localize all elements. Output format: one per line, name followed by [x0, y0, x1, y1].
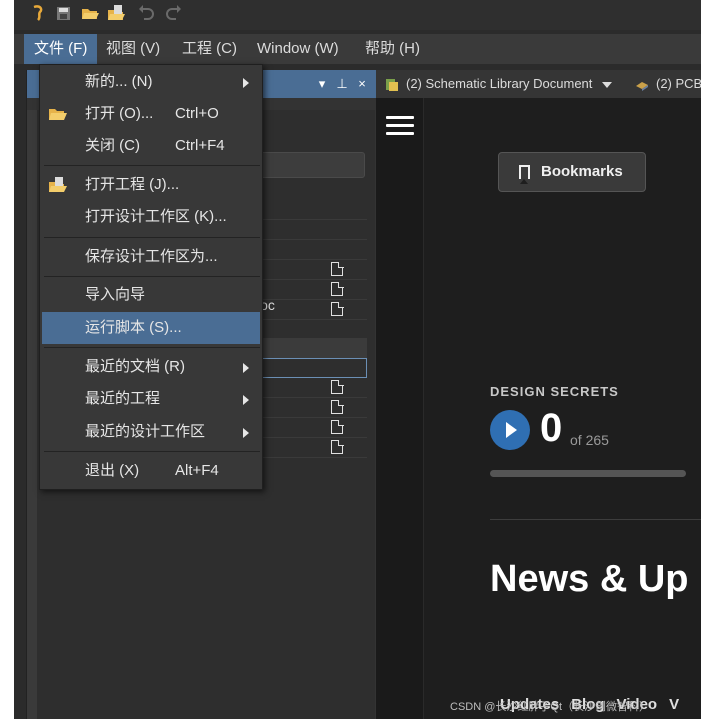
- menu-item-label: 最近的设计工作区: [85, 423, 206, 440]
- menu-separator: [44, 347, 260, 348]
- submenu-arrow-icon: [243, 78, 249, 88]
- document-icon: [331, 379, 344, 394]
- menu-item-run-script[interactable]: 运行脚本 (S)...: [42, 312, 260, 344]
- menu-item-label: 最近的文档 (R): [85, 358, 185, 375]
- menu-item-recent-projects[interactable]: 最近的工程: [42, 383, 260, 415]
- menu-item-open-workspace[interactable]: 打开设计工作区 (K)...: [42, 201, 260, 233]
- design-secrets-counter: 0: [540, 406, 563, 450]
- undo-icon[interactable]: [136, 3, 156, 23]
- tree-row-selected[interactable]: [247, 358, 367, 378]
- save-all-icon[interactable]: [54, 3, 74, 23]
- home-sidebar: [376, 98, 424, 719]
- panel-pin-button[interactable]: ⊥: [333, 74, 351, 94]
- menu-item-close[interactable]: 关闭 (C) Ctrl+F4: [42, 130, 260, 162]
- app-logo-icon[interactable]: [28, 3, 48, 23]
- design-secrets-progress: [490, 470, 686, 477]
- menu-file[interactable]: 文件 (F): [24, 34, 98, 64]
- menu-separator: [44, 451, 260, 452]
- tree-row[interactable]: [247, 260, 367, 280]
- bookmarks-label: Bookmarks: [541, 163, 623, 180]
- panel-search-input[interactable]: [247, 152, 365, 178]
- document-icon: [331, 301, 344, 316]
- menu-window[interactable]: Window (W): [247, 34, 349, 64]
- document-icon: [331, 419, 344, 434]
- open-folder-icon: [49, 109, 67, 120]
- tree-row[interactable]: [247, 438, 367, 458]
- menu-item-label: 退出 (X): [85, 462, 140, 479]
- menu-separator: [44, 276, 260, 277]
- menu-item-recent-documents[interactable]: 最近的文档 (R): [42, 351, 260, 383]
- menu-item-label: 运行脚本 (S)...: [85, 319, 182, 336]
- open-folder-icon[interactable]: [80, 3, 100, 23]
- menu-item-label: 打开设计工作区 (K)...: [85, 208, 227, 225]
- document-icon: [331, 261, 344, 276]
- open-project-icon[interactable]: [106, 3, 126, 23]
- menu-item-label: 最近的工程: [85, 390, 161, 407]
- tree-row[interactable]: [247, 418, 367, 438]
- quick-access-toolbar: [14, 0, 701, 30]
- menu-item-shortcut: Ctrl+F4: [175, 137, 225, 154]
- section-divider: [490, 519, 701, 520]
- menu-item-save-workspace-as[interactable]: 保存设计工作区为...: [42, 241, 260, 273]
- bookmarks-button[interactable]: Bookmarks: [498, 152, 646, 192]
- menu-item-label: 新的... (N): [85, 73, 153, 90]
- tree-row[interactable]: [247, 220, 367, 240]
- tree-row[interactable]: [247, 240, 367, 260]
- home-page: Bookmarks DESIGN SECRETS 0 of 265 News &…: [376, 98, 701, 719]
- tree-row[interactable]: [247, 200, 367, 220]
- hamburger-icon[interactable]: [386, 116, 414, 136]
- menu-item-label: 关闭 (C): [85, 137, 140, 154]
- panel-menu-button[interactable]: ▾: [313, 74, 331, 94]
- menu-separator: [44, 237, 260, 238]
- panel-close-button[interactable]: ×: [353, 74, 371, 94]
- menu-item-exit[interactable]: 退出 (X) Alt+F4: [42, 455, 260, 487]
- file-menu-dropdown: 新的... (N) 打开 (O)... Ctrl+O 关闭 (C) Ctrl+F…: [39, 64, 263, 490]
- document-icon: [331, 399, 344, 414]
- menu-item-shortcut: Alt+F4: [175, 462, 219, 479]
- tree-section-header[interactable]: [247, 338, 367, 358]
- menu-view[interactable]: 视图 (V): [96, 34, 170, 64]
- footer-link-more[interactable]: V: [669, 696, 679, 713]
- document-tabs: (2) Schematic Library Document (2) PCB: [376, 70, 701, 98]
- redo-icon[interactable]: [164, 3, 184, 23]
- tab-dropdown-icon[interactable]: [602, 81, 613, 88]
- tree-row[interactable]: [247, 398, 367, 418]
- news-heading: News & Up: [490, 558, 689, 600]
- menu-project[interactable]: 工程 (C): [172, 34, 247, 64]
- menu-item-label: 保存设计工作区为...: [85, 248, 218, 265]
- menu-item-import-wizard[interactable]: 导入向导: [42, 279, 260, 311]
- schematic-library-icon: [386, 78, 398, 91]
- menu-item-open[interactable]: 打开 (O)... Ctrl+O: [42, 98, 260, 130]
- tab-schematic-library[interactable]: (2) Schematic Library Document: [384, 70, 613, 98]
- watermark: CSDN @长沙红胖子Qt（长沙创微智科）: [450, 701, 651, 713]
- submenu-arrow-icon: [243, 395, 249, 405]
- menu-help[interactable]: 帮助 (H): [355, 34, 430, 64]
- menu-item-label: 打开 (O)...: [85, 105, 154, 122]
- menu-item-shortcut: Ctrl+O: [175, 105, 219, 122]
- app-window: 文件 (F) 视图 (V) 工程 (C) Window (W) 帮助 (H) ▾…: [14, 0, 701, 719]
- open-project-icon: [49, 177, 67, 192]
- design-secrets-total: of 265: [570, 432, 609, 448]
- tab-pcb[interactable]: (2) PCB: [634, 70, 701, 98]
- menu-item-open-project[interactable]: 打开工程 (J)...: [42, 169, 260, 201]
- menu-item-label: 打开工程 (J)...: [85, 176, 180, 193]
- bookmark-icon: [519, 165, 530, 184]
- pcb-icon: [636, 81, 648, 91]
- menu-item-new[interactable]: 新的... (N): [42, 66, 260, 98]
- tab-label: (2) Schematic Library Document: [406, 76, 593, 91]
- menu-item-recent-workspaces[interactable]: 最近的设计工作区: [42, 416, 260, 448]
- document-icon: [331, 281, 344, 296]
- play-icon[interactable]: [490, 410, 530, 450]
- submenu-arrow-icon: [243, 428, 249, 438]
- tab-label: (2) PCB: [656, 76, 701, 91]
- document-icon: [331, 439, 344, 454]
- tree-row[interactable]: [247, 378, 367, 398]
- menu-separator: [44, 165, 260, 166]
- submenu-arrow-icon: [243, 363, 249, 373]
- design-secrets-label: DESIGN SECRETS: [490, 384, 619, 399]
- menu-item-label: 导入向导: [85, 286, 146, 303]
- menu-bar: 文件 (F) 视图 (V) 工程 (C) Window (W) 帮助 (H): [14, 34, 701, 64]
